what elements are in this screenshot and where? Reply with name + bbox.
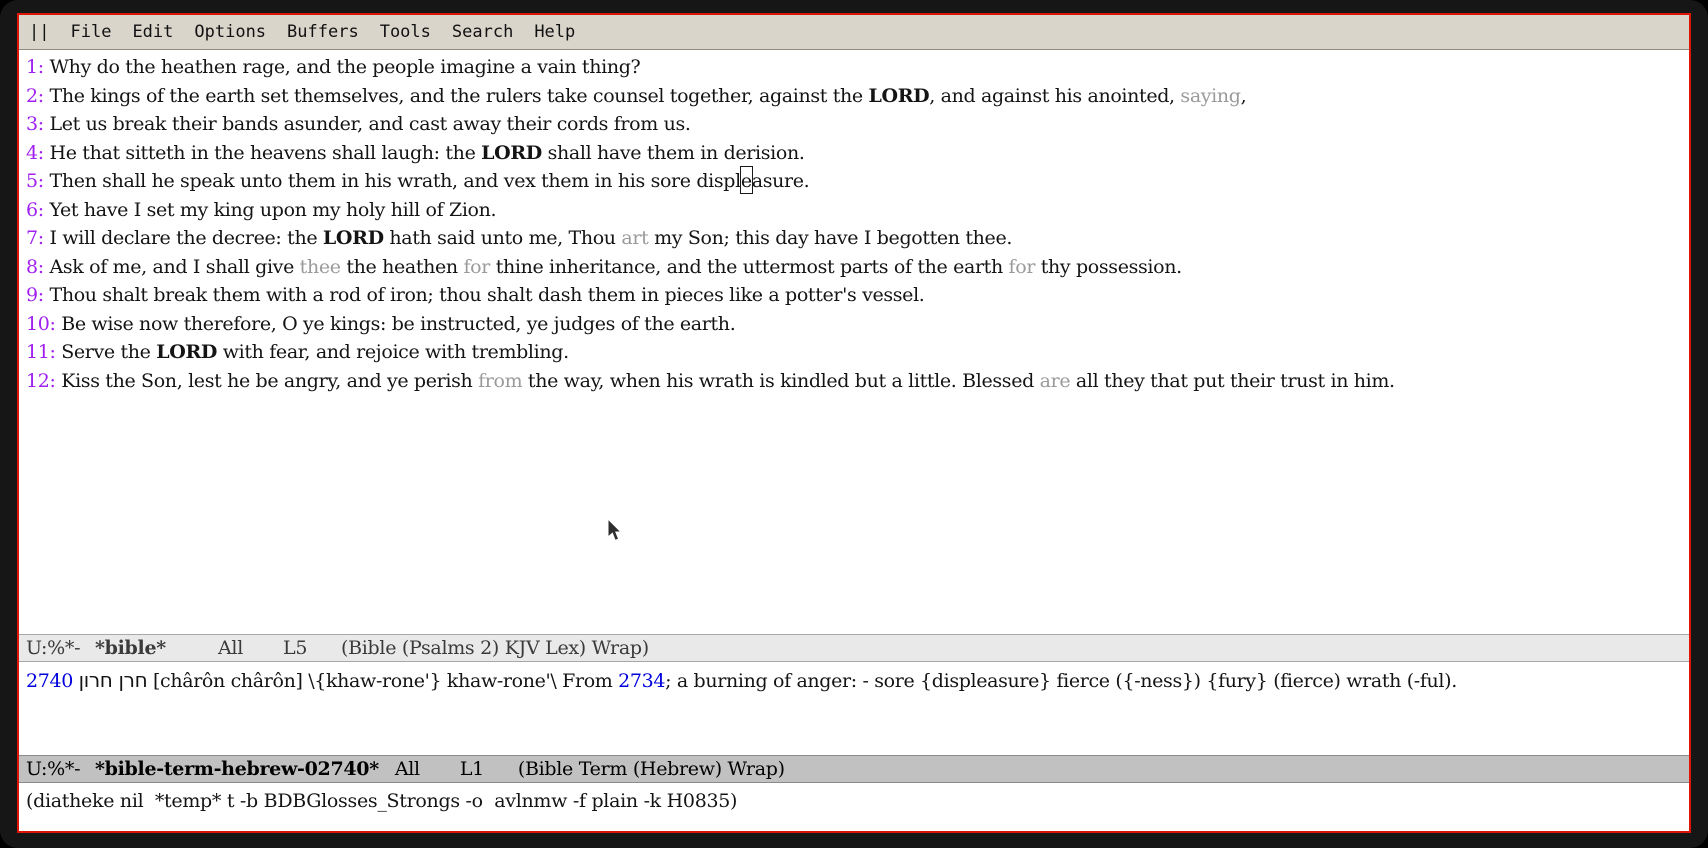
hebrew-word: חרן חרון [79,668,148,692]
text-segment: Let us break their bands asunder, and ca… [50,113,691,135]
modeline-bible: U:%*-*bible*AllL5(Bible (Psalms 2) KJV L… [19,634,1689,662]
text-segment: thine inheritance, and the uttermost par… [490,256,1009,278]
italic-supplied-word: from [478,370,522,392]
menu-item-buffers[interactable]: Buffers [287,22,359,42]
italic-supplied-word: art [621,227,648,249]
divine-name-bold: LORD [156,341,217,363]
text-segment: [chârôn chârôn] \{khaw-rone'} khaw-rone'… [147,670,618,692]
bible-buffer-window[interactable]: 1: Why do the heathen rage, and the peop… [19,50,1689,634]
desktop-background: ||FileEditOptionsBuffersToolsSearchHelp … [0,0,1708,848]
lexicon-entry: 2740 חרן חרון [chârôn chârôn] \{khaw-ron… [26,666,1683,696]
verse-number: 6: [26,199,44,221]
modeline-line-number: L5 [283,635,341,662]
text-segment: I will declare the decree: the [50,227,323,249]
text-segment: He that sitteth in the heavens shall lau… [50,142,482,164]
modeline-position: All [218,635,283,662]
modeline-position: All [395,756,460,783]
italic-supplied-word: thee [300,256,341,278]
verse-line: 1: Why do the heathen rage, and the peop… [26,53,1683,82]
text-segment: the heathen [341,256,464,278]
divine-name-bold: LORD [323,227,384,249]
text-segment: thy possession. [1035,256,1182,278]
text-segment: The kings of the earth set themselves, a… [50,85,869,107]
verse-number: 4: [26,142,44,164]
text-segment: Kiss the Son, lest he be angry, and ye p… [61,370,478,392]
text-segment: my Son; this day have I begotten thee. [648,227,1012,249]
modeline-buffer-name: *bible* [95,635,218,662]
italic-supplied-word: for [1009,256,1036,278]
menu-toggle[interactable]: || [29,22,49,42]
modeline-lexicon: U:%*-*bible-term-hebrew-02740*AllL1(Bibl… [19,755,1689,783]
italic-supplied-word: saying [1180,85,1240,107]
echo-area[interactable]: (diatheke nil *temp* t -b BDBGlosses_Str… [19,783,1689,831]
verse-number: 8: [26,256,44,278]
text-segment: the way, when his wrath is kindled but a… [522,370,1039,392]
divine-name-bold: LORD [868,85,929,107]
text-segment: Thou shalt break them with a rod of iron… [50,284,925,306]
menu-item-file[interactable]: File [70,22,111,42]
verse-number: 2: [26,85,44,107]
verse-line: 9: Thou shalt break them with a rod of i… [26,281,1683,310]
menu-item-tools[interactable]: Tools [380,22,431,42]
verse-number: 9: [26,284,44,306]
lexicon-buffer-window[interactable]: 2740 חרן חרון [chârôn chârôn] \{khaw-ron… [19,662,1689,755]
verse-line: 6: Yet have I set my king upon my holy h… [26,196,1683,225]
text-segment: Why do the heathen rage, and the people … [50,56,641,78]
menu-item-options[interactable]: Options [194,22,266,42]
menu-item-help[interactable]: Help [534,22,575,42]
verse-number: 12: [26,370,56,392]
verse-line: 7: I will declare the decree: the LORD h… [26,224,1683,253]
verse-line: 12: Kiss the Son, lest he be angry, and … [26,367,1683,396]
verse-line: 10: Be wise now therefore, O ye kings: b… [26,310,1683,339]
text-segment: all they that put their trust in him. [1070,370,1395,392]
verse-number: 7: [26,227,44,249]
cursor-char: e [741,170,752,192]
strongs-number-link[interactable]: 2740 [26,670,73,692]
verse-line: 11: Serve the LORD with fear, and rejoic… [26,338,1683,367]
modeline-modes: (Bible Term (Hebrew) Wrap) [518,758,785,780]
text-segment: Then shall he speak unto them in his wra… [50,170,741,192]
verse-line: 2: The kings of the earth set themselves… [26,82,1683,111]
divine-name-bold: LORD [481,142,542,164]
modeline-flags: U:%*- [26,635,95,662]
modeline-line-number: L1 [460,756,518,783]
menu-item-edit[interactable]: Edit [132,22,173,42]
text-segment: hath said unto me, Thou [384,227,622,249]
text-segment: Be wise now therefore, O ye kings: be in… [61,313,735,335]
verse-line: 5: Then shall he speak unto them in his … [26,167,1683,196]
text-segment: , [1241,85,1247,107]
text-segment: Yet have I set my king upon my holy hill… [50,199,497,221]
modeline-flags: U:%*- [26,756,95,783]
italic-supplied-word: are [1040,370,1071,392]
verse-number: 3: [26,113,44,135]
text-segment: ; a burning of anger: - sore {displeasur… [665,670,1457,692]
strongs-number-link[interactable]: 2734 [618,670,665,692]
mouse-pointer-icon [607,518,622,542]
verse-line: 4: He that sitteth in the heavens shall … [26,139,1683,168]
text-segment: with fear, and rejoice with trembling. [217,341,569,363]
verse-number: 11: [26,341,56,363]
text-segment: Ask of me, and I shall give [50,256,300,278]
text-segment: Serve the [61,341,156,363]
text-segment: , and against his anointed, [929,85,1180,107]
text-segment: shall have them in derision. [542,142,805,164]
menu-bar: || File Edit Options Buffers Tools Search Help [19,15,1689,50]
modeline-buffer-name: *bible-term-hebrew-02740* [95,756,395,783]
verse-number: 5: [26,170,44,192]
verse-line: 3: Let us break their bands asunder, and… [26,110,1683,139]
verse-number: 1: [26,56,44,78]
verse-number: 10: [26,313,56,335]
verse-line: 8: Ask of me, and I shall give thee the … [26,253,1683,282]
menu-item-search[interactable]: Search [452,22,513,42]
text-segment: asure. [752,170,810,192]
emacs-frame: ||FileEditOptionsBuffersToolsSearchHelp … [17,13,1691,833]
italic-supplied-word: for [463,256,490,278]
modeline-modes: (Bible (Psalms 2) KJV Lex) Wrap) [341,637,649,659]
